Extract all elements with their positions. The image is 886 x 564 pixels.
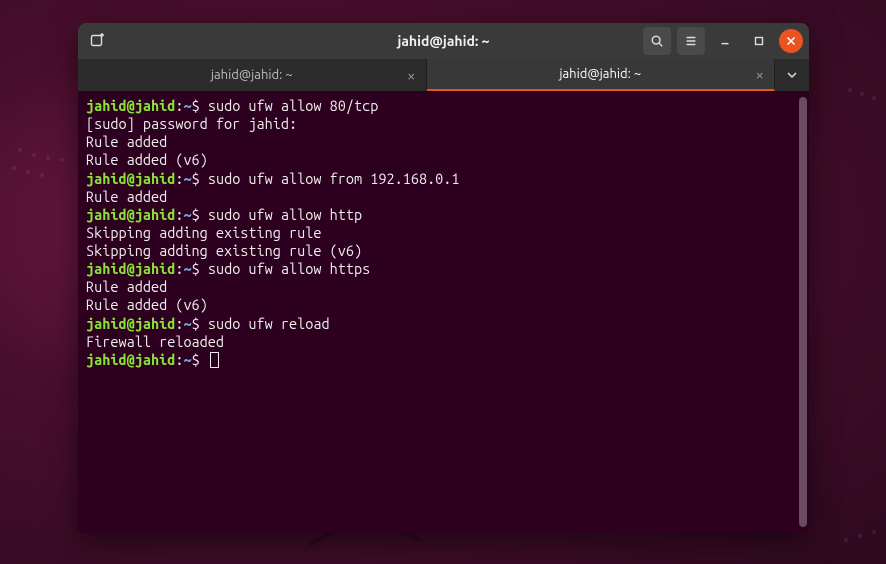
titlebar: jahid@jahid: ~: [78, 23, 809, 59]
output-text: Firewall reloaded: [86, 333, 224, 350]
close-tab-icon[interactable]: ×: [756, 66, 764, 83]
terminal-output-line: Rule added (v6): [86, 296, 801, 314]
command-text: sudo ufw allow http: [208, 206, 362, 223]
terminal-output-line: Rule added: [86, 188, 801, 206]
terminal-prompt-line: jahid@jahid:~$ sudo ufw allow 80/tcp: [86, 97, 801, 115]
prompt-userhost: jahid@jahid: [86, 170, 175, 187]
scrollbar-track[interactable]: [799, 97, 807, 527]
close-tab-icon[interactable]: ×: [407, 67, 415, 84]
prompt-dollar: $: [192, 351, 208, 368]
terminal-output-line: Rule added (v6): [86, 151, 801, 169]
cursor-icon: [210, 352, 219, 368]
scrollbar-thumb[interactable]: [799, 97, 807, 527]
new-tab-button[interactable]: [84, 27, 112, 55]
output-text: Rule added: [86, 188, 167, 205]
search-button[interactable]: [643, 27, 671, 55]
prompt-userhost: jahid@jahid: [86, 315, 175, 332]
minimize-button[interactable]: [711, 27, 739, 55]
prompt-dollar: $: [192, 206, 208, 223]
prompt-path: ~: [183, 260, 191, 277]
prompt-userhost: jahid@jahid: [86, 260, 175, 277]
command-text: sudo ufw reload: [208, 315, 330, 332]
prompt-path: ~: [183, 170, 191, 187]
tab-dropdown-button[interactable]: [775, 59, 809, 91]
output-text: Rule added: [86, 278, 167, 295]
command-text: sudo ufw allow from 192.168.0.1: [208, 170, 460, 187]
terminal-output-line: Skipping adding existing rule: [86, 224, 801, 242]
tab-bar: jahid@jahid: ~ × jahid@jahid: ~ ×: [78, 59, 809, 91]
output-text: Rule added (v6): [86, 296, 208, 313]
hamburger-menu-button[interactable]: [677, 27, 705, 55]
tab-label: jahid@jahid: ~: [559, 67, 641, 81]
terminal-content[interactable]: jahid@jahid:~$ sudo ufw allow 80/tcp[sud…: [78, 91, 809, 533]
command-text: sudo ufw allow https: [208, 260, 370, 277]
output-text: [sudo] password for jahid:: [86, 115, 305, 132]
output-text: Rule added (v6): [86, 151, 208, 168]
prompt-path: ~: [183, 351, 191, 368]
terminal-output-line: Rule added: [86, 133, 801, 151]
output-text: Skipping adding existing rule (v6): [86, 242, 362, 259]
terminal-prompt-line: jahid@jahid:~$ sudo ufw allow https: [86, 260, 801, 278]
terminal-output-line: Skipping adding existing rule (v6): [86, 242, 801, 260]
tab-1[interactable]: jahid@jahid: ~ ×: [427, 59, 776, 91]
terminal-prompt-line: jahid@jahid:~$: [86, 351, 801, 369]
prompt-dollar: $: [192, 260, 208, 277]
terminal-output-line: Firewall reloaded: [86, 333, 801, 351]
terminal-window: jahid@jahid: ~ jahid@jahid: ~ × jah: [78, 23, 809, 533]
prompt-userhost: jahid@jahid: [86, 351, 175, 368]
prompt-path: ~: [183, 315, 191, 332]
close-button[interactable]: [779, 29, 803, 53]
tab-0[interactable]: jahid@jahid: ~ ×: [78, 59, 427, 91]
command-text: sudo ufw allow 80/tcp: [208, 97, 379, 114]
output-text: Skipping adding existing rule: [86, 224, 321, 241]
terminal-prompt-line: jahid@jahid:~$ sudo ufw allow from 192.1…: [86, 170, 801, 188]
terminal-prompt-line: jahid@jahid:~$ sudo ufw allow http: [86, 206, 801, 224]
prompt-dollar: $: [192, 170, 208, 187]
prompt-userhost: jahid@jahid: [86, 97, 175, 114]
prompt-path: ~: [183, 97, 191, 114]
maximize-button[interactable]: [745, 27, 773, 55]
terminal-output-line: Rule added: [86, 278, 801, 296]
prompt-path: ~: [183, 206, 191, 223]
prompt-dollar: $: [192, 97, 208, 114]
output-text: Rule added: [86, 133, 167, 150]
prompt-userhost: jahid@jahid: [86, 206, 175, 223]
terminal-output-line: [sudo] password for jahid:: [86, 115, 801, 133]
terminal-prompt-line: jahid@jahid:~$ sudo ufw reload: [86, 315, 801, 333]
prompt-dollar: $: [192, 315, 208, 332]
tab-label: jahid@jahid: ~: [211, 68, 293, 82]
